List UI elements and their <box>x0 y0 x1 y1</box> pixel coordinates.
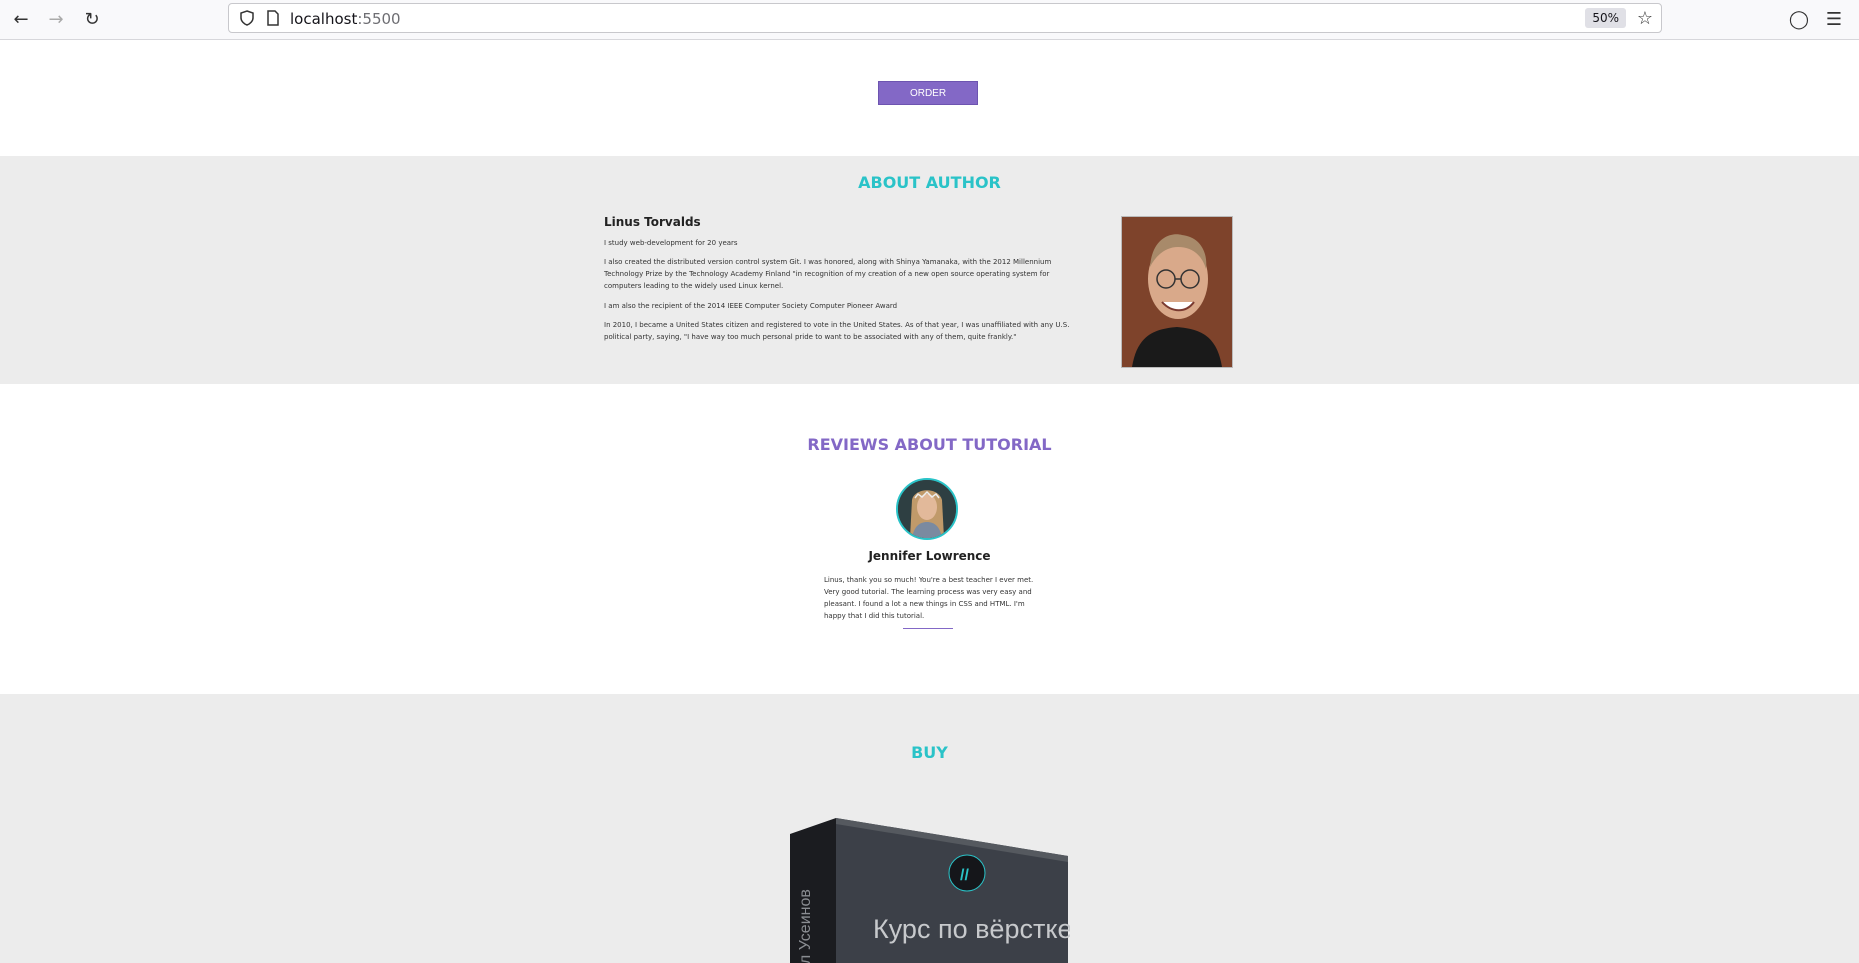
zoom-indicator[interactable]: 50% <box>1585 8 1626 28</box>
author-paragraph: In 2010, I became a United States citize… <box>604 321 1070 341</box>
author-name: Linus Torvalds <box>604 215 701 229</box>
review-text: Linus, thank you so much! You're a best … <box>824 576 1034 620</box>
course-box-image: ил Усеинов // Курс по вёрстке <box>790 818 1070 963</box>
bookmark-star-icon[interactable]: ☆ <box>1637 8 1653 29</box>
back-icon[interactable]: ← <box>9 8 33 32</box>
menu-icon[interactable]: ☰ <box>1822 8 1846 32</box>
box-side-text: ил Усеинов <box>797 889 814 963</box>
review-divider <box>903 628 953 629</box>
page-icon <box>267 10 279 26</box>
buy-section: BUY ил Усеинов // Курс по вёрстке <box>0 694 1859 963</box>
forward-icon[interactable]: → <box>44 8 68 32</box>
author-paragraph: I am also the recipient of the 2014 IEEE… <box>604 302 898 310</box>
about-section: ABOUT AUTHOR Linus Torvalds I study web-… <box>0 156 1859 384</box>
shield-icon[interactable] <box>239 10 255 26</box>
url-host: localhost <box>290 10 358 28</box>
buy-title: BUY <box>911 743 948 762</box>
author-photo <box>1121 216 1233 368</box>
pocket-icon[interactable]: ◯ <box>1787 8 1811 32</box>
reload-icon[interactable]: ↻ <box>80 8 104 32</box>
reviews-title: REVIEWS ABOUT TUTORIAL <box>807 435 1052 454</box>
about-title: ABOUT AUTHOR <box>858 173 1001 192</box>
url-port: :5500 <box>357 10 401 28</box>
author-paragraph: I also created the distributed version c… <box>604 258 1052 290</box>
svg-text://: // <box>960 867 969 884</box>
author-paragraph: I study web-development for 20 years <box>604 239 738 247</box>
browser-toolbar: ← → ↻ localhost:5500 50% ☆ ◯ ☰ <box>0 0 1859 40</box>
order-button[interactable]: ORDER <box>878 81 978 105</box>
url-bar[interactable]: localhost:5500 50% ☆ <box>228 3 1662 33</box>
url-text: localhost:5500 <box>290 10 401 28</box>
box-title-text: Курс по вёрстке <box>873 914 1070 944</box>
reviewer-avatar <box>896 478 958 540</box>
reviewer-name: Jennifer Lowrence <box>868 549 991 563</box>
